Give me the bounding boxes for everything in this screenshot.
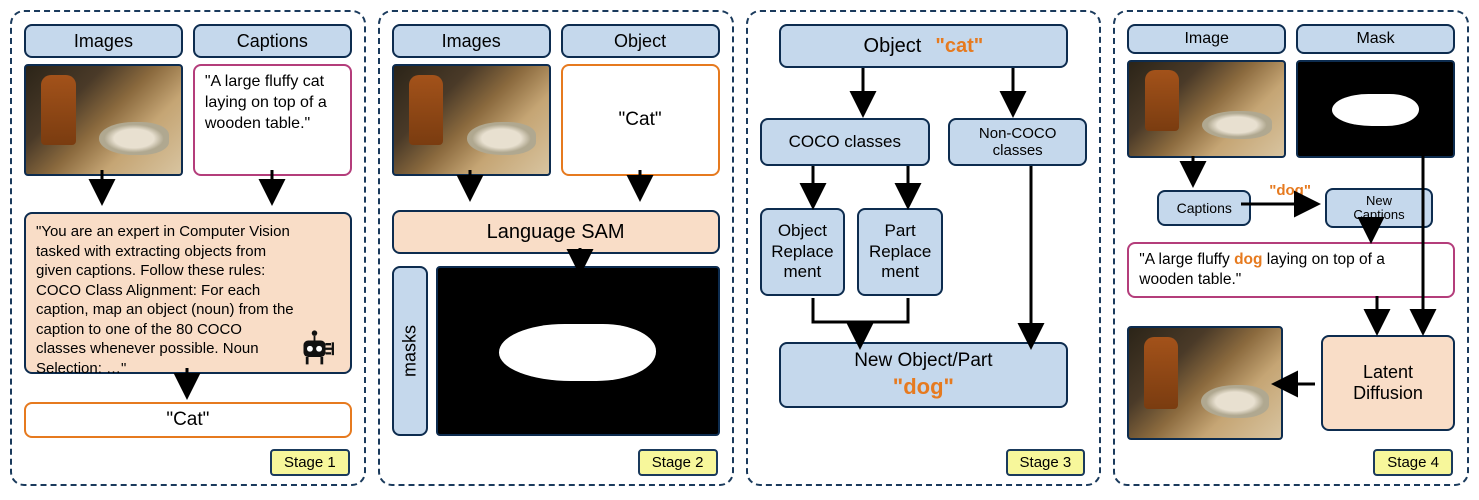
images-header: Images	[24, 24, 183, 58]
extracted-object: "Cat"	[24, 402, 352, 438]
input-image	[392, 64, 551, 176]
object-header: Object	[561, 24, 720, 58]
new-object-label: New Object/Part	[854, 349, 992, 373]
mask-output	[436, 266, 720, 436]
part-replacement: PartReplacement	[857, 208, 943, 296]
stage-label: Stage 4	[1373, 449, 1453, 476]
stage-2: Images Object "Cat" Language SAM masks S…	[378, 10, 734, 486]
noncoco-classes: Non-COCOclasses	[948, 118, 1087, 166]
robot-icon	[298, 324, 342, 368]
captions-box: Captions	[1157, 190, 1251, 226]
language-sam: Language SAM	[392, 210, 720, 254]
object-value: "cat"	[935, 35, 983, 58]
masks-label: masks	[392, 266, 428, 436]
new-object-value: "dog"	[893, 373, 954, 401]
new-object: New Object/Part "dog"	[779, 342, 1067, 408]
images-header: Images	[392, 24, 551, 58]
captions-header: Captions	[193, 24, 352, 58]
stage-1: Images Captions "A large fluffy cat layi…	[10, 10, 366, 486]
stage-label: Stage 2	[638, 449, 718, 476]
input-image	[24, 64, 183, 176]
input-mask	[1296, 60, 1455, 158]
object-replacement: ObjectReplacement	[760, 208, 846, 296]
stage-label: Stage 3	[1006, 449, 1086, 476]
latent-diffusion: LatentDiffusion	[1321, 335, 1455, 431]
output-image	[1127, 326, 1283, 440]
new-caption-text: "A large fluffy dog laying on top of a w…	[1127, 242, 1455, 298]
image-header: Image	[1127, 24, 1286, 54]
mask-header: Mask	[1296, 24, 1455, 54]
stage-3: Object "cat" COCO classes Non-COCOclasse…	[746, 10, 1102, 486]
caption-text: "A large fluffy cat laying on top of a w…	[193, 64, 352, 176]
object-header: Object "cat"	[779, 24, 1067, 68]
new-captions-box: NewCaptions	[1325, 188, 1433, 228]
object-value: "Cat"	[561, 64, 720, 176]
input-image	[1127, 60, 1286, 158]
stage-label: Stage 1	[270, 449, 350, 476]
object-label: Object	[864, 35, 922, 58]
coco-classes: COCO classes	[760, 118, 931, 166]
stage-4: Image Mask Captions "dog" NewCaptions "A…	[1113, 10, 1469, 486]
swap-word: "dog"	[1269, 182, 1311, 199]
